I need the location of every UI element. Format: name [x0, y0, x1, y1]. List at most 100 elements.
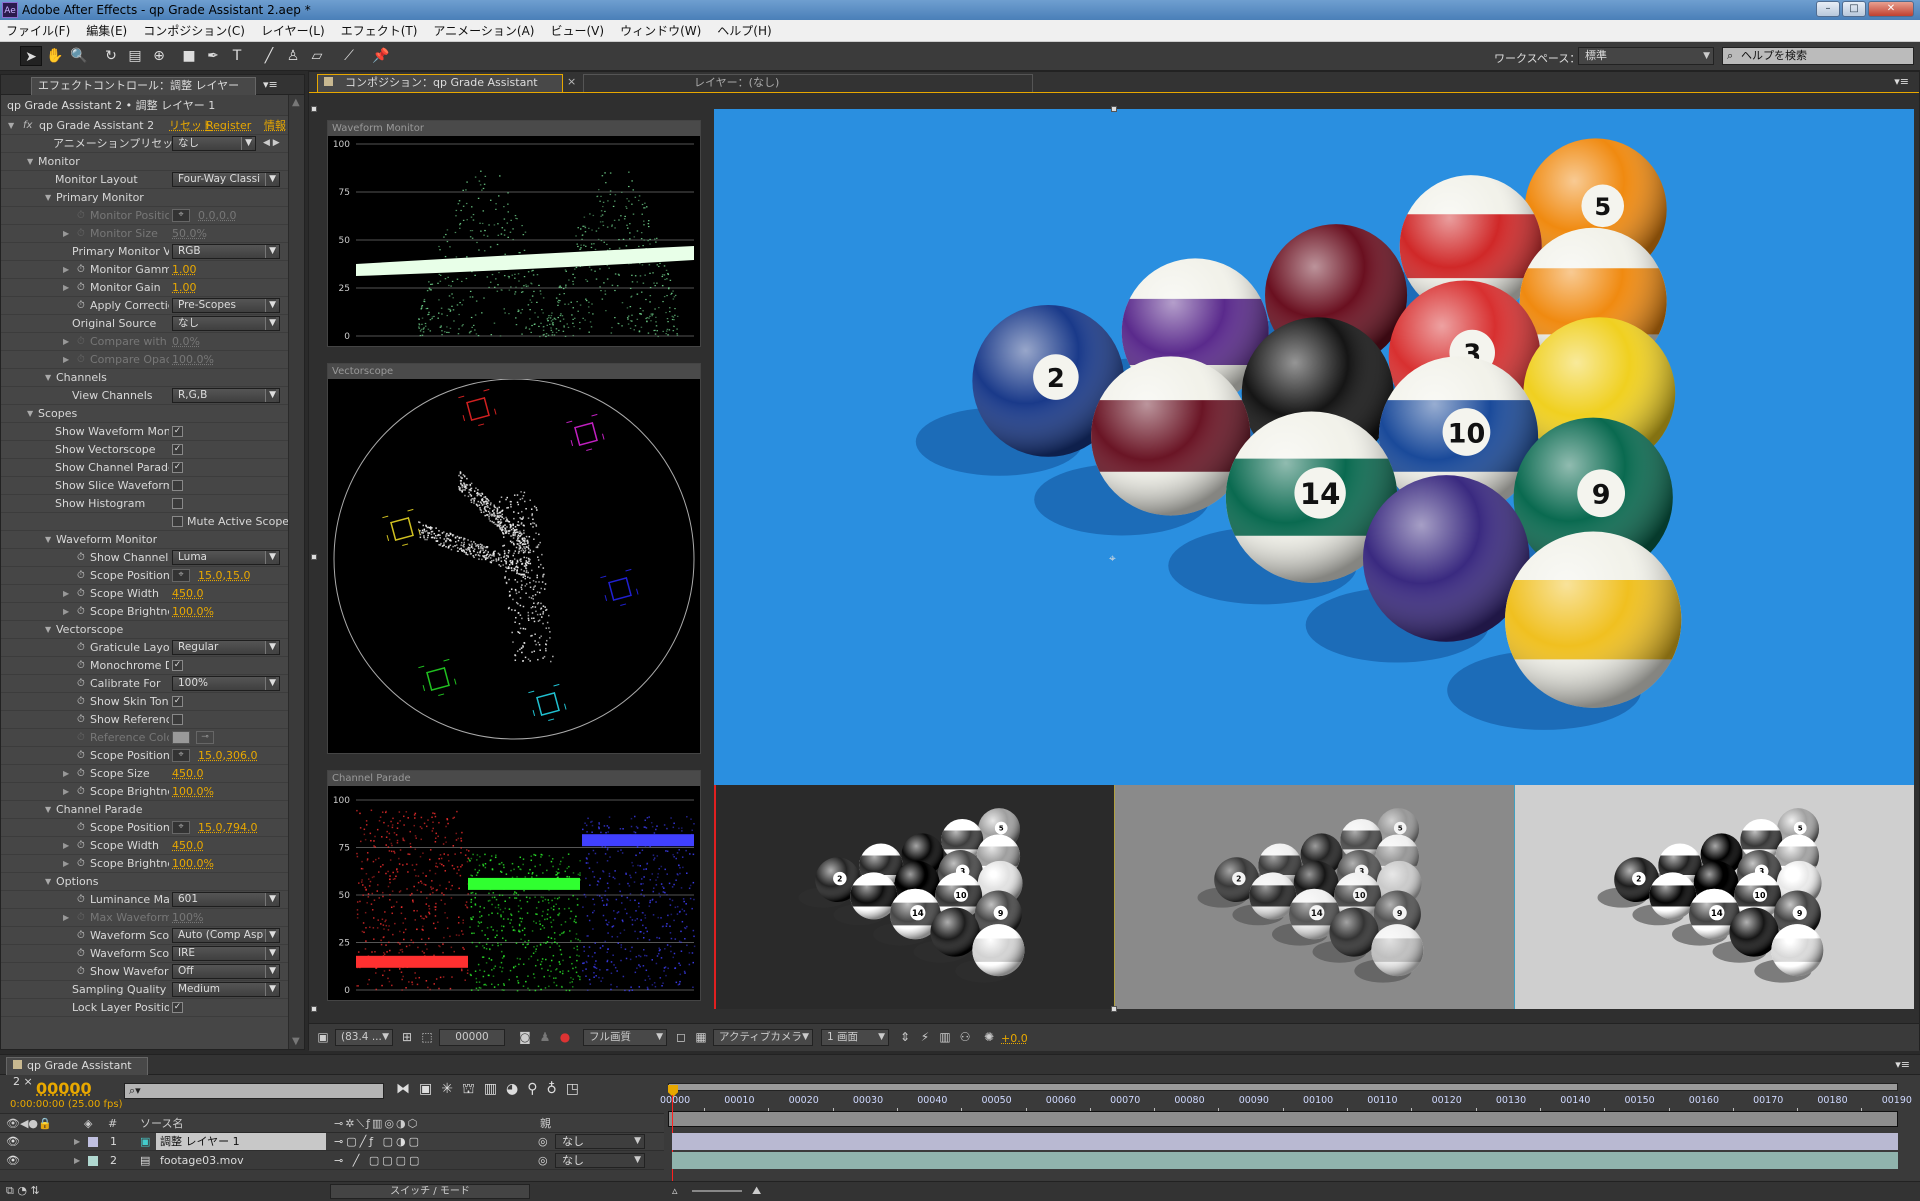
property-select[interactable]: Pre-Scopes ▼: [172, 298, 280, 313]
stopwatch-icon[interactable]: ⏱: [77, 909, 85, 926]
property-value[interactable]: 450.0: [172, 585, 204, 602]
resolution-select[interactable]: フル画質 ▼: [583, 1029, 667, 1046]
checkbox[interactable]: ✓: [172, 426, 183, 437]
pen-tool-icon[interactable]: ✒: [202, 46, 224, 66]
expand-triangle-icon[interactable]: ▶: [63, 783, 69, 800]
stopwatch-icon[interactable]: ⏱: [77, 765, 85, 782]
property-select[interactable]: Auto (Comp Asp ▼: [172, 928, 280, 943]
menu-item[interactable]: ビュー(V): [550, 22, 604, 39]
layer-switches[interactable]: ⊸▢╱ƒ ▢◑▢: [334, 1133, 422, 1150]
composition-viewer[interactable]: Waveform Monitor 100 75 50 25 0 Vectorscope …: [309, 93, 1919, 1023]
property-select[interactable]: Luma ▼: [172, 550, 280, 565]
views-select[interactable]: 1 画面 ▼: [821, 1029, 889, 1046]
parent-select[interactable]: なし ▼: [555, 1134, 645, 1149]
maximize-button[interactable]: □: [1842, 1, 1866, 17]
visibility-eye-icon[interactable]: 👁: [6, 1152, 20, 1169]
expand-triangle-icon[interactable]: ▶: [63, 225, 69, 242]
menu-item[interactable]: ウィンドウ(W): [620, 22, 701, 39]
visibility-eye-icon[interactable]: 👁: [6, 1133, 20, 1150]
checkbox[interactable]: [172, 480, 183, 491]
stopwatch-icon[interactable]: ⏱: [77, 603, 85, 620]
preset-nav-icons[interactable]: ◀ ▶: [263, 135, 280, 152]
stopwatch-icon[interactable]: ⏱: [77, 657, 85, 674]
pickwhip-icon[interactable]: ◎: [538, 1152, 548, 1169]
stopwatch-icon[interactable]: ⏱: [77, 945, 85, 962]
eyedropper-icon[interactable]: ⊸: [196, 731, 214, 744]
frame-handle[interactable]: [1111, 106, 1117, 112]
exposure-reset-icon[interactable]: ✺: [981, 1029, 997, 1046]
show-snapshot-icon[interactable]: ♟: [537, 1029, 553, 1046]
frame-handle[interactable]: [311, 106, 317, 112]
stopwatch-icon[interactable]: ⏱: [77, 261, 85, 278]
channel-icon[interactable]: ●: [557, 1029, 573, 1046]
toggle-panes-icon[interactable]: ⧉ ◔ ⇅: [6, 1184, 40, 1198]
collapse-triangle-icon[interactable]: ▼: [45, 621, 51, 638]
label-color[interactable]: [88, 1137, 98, 1147]
property-select[interactable]: IRE ▼: [172, 946, 280, 961]
mask-visibility-icon[interactable]: ⬚: [419, 1029, 435, 1046]
close-tab-icon[interactable]: ×: [567, 75, 576, 88]
anchor-point-icon[interactable]: ⌖: [1109, 551, 1116, 566]
workspace-select[interactable]: 標準 ▼: [1578, 47, 1714, 65]
stopwatch-icon[interactable]: ⏱: [77, 927, 85, 944]
zoom-select[interactable]: (83.4 ... ▼: [335, 1029, 393, 1046]
expand-triangle-icon[interactable]: ▶: [63, 261, 69, 278]
current-time-field[interactable]: 00000: [439, 1029, 505, 1046]
expand-triangle-icon[interactable]: ▶: [63, 765, 69, 782]
checkbox[interactable]: ✓: [172, 462, 183, 473]
stopwatch-icon[interactable]: ⏱: [77, 567, 85, 584]
time-ruler-area[interactable]: 00000 00010 00020 00030 00040 00050 00060 00070…: [660, 1075, 1912, 1187]
group-label[interactable]: Channels: [56, 369, 107, 386]
checkbox[interactable]: ✓: [172, 1002, 183, 1013]
menu-item[interactable]: エフェクト(T): [341, 22, 418, 39]
expand-triangle-icon[interactable]: ▶: [74, 1133, 80, 1150]
stopwatch-icon[interactable]: ⏱: [77, 675, 85, 692]
collapse-triangle-icon[interactable]: ▼: [45, 531, 51, 548]
property-value[interactable]: 0.0%: [172, 333, 200, 350]
fast-preview-icon[interactable]: ⚡: [917, 1029, 933, 1046]
collapse-triangle-icon[interactable]: ▼: [45, 873, 51, 890]
pickwhip-icon[interactable]: ◎: [538, 1133, 548, 1150]
layer-row[interactable]: 👁 ▶ 2 ▤ footage03.mov ⊸ ╱ ▢▢▢▢ ◎ なし ▼: [0, 1152, 664, 1170]
crosshair-icon[interactable]: ⌖: [172, 209, 190, 222]
stopwatch-icon[interactable]: ⏱: [77, 783, 85, 800]
layer-name[interactable]: footage03.mov: [156, 1152, 326, 1169]
text-tool-icon[interactable]: T: [226, 46, 248, 66]
brush-tool-icon[interactable]: ╱: [258, 46, 280, 66]
checkbox[interactable]: ✓: [172, 444, 183, 455]
layer-search-input[interactable]: ⌕▾: [124, 1083, 384, 1099]
crosshair-icon[interactable]: ⌖: [172, 749, 190, 762]
stopwatch-icon[interactable]: ⏱: [77, 585, 85, 602]
checkbox[interactable]: ✓: [172, 696, 183, 707]
group-label[interactable]: Options: [56, 873, 98, 890]
property-select[interactable]: Four-Way Classi ▼: [172, 172, 280, 187]
frame-handle[interactable]: [311, 1006, 317, 1012]
group-label[interactable]: Primary Monitor: [56, 189, 144, 206]
expand-triangle-icon[interactable]: ▶: [63, 837, 69, 854]
property-select[interactable]: RGB ▼: [172, 244, 280, 259]
info-link[interactable]: 情報: [264, 117, 286, 134]
stopwatch-icon[interactable]: ⏱: [77, 351, 85, 368]
eraser-tool-icon[interactable]: ▱: [306, 46, 328, 66]
property-value[interactable]: 100.0%: [172, 603, 214, 620]
tab-layer[interactable]: レイヤー：(なし): [583, 74, 1033, 92]
stopwatch-icon[interactable]: ⏱: [77, 711, 85, 728]
layer-switches[interactable]: ⊸ ╱ ▢▢▢▢: [334, 1152, 422, 1169]
stopwatch-icon[interactable]: ⏱: [77, 207, 85, 224]
stopwatch-icon[interactable]: ⏱: [77, 549, 85, 566]
flowchart-icon[interactable]: ⚇: [957, 1029, 973, 1046]
property-value[interactable]: 50.0%: [172, 225, 207, 242]
property-value[interactable]: 100.0%: [172, 783, 214, 800]
property-value[interactable]: 1.00: [172, 279, 197, 296]
collapse-triangle-icon[interactable]: ▼: [45, 189, 51, 206]
expand-triangle-icon[interactable]: ▶: [63, 855, 69, 872]
preset-select[interactable]: なし ▼: [172, 136, 256, 151]
property-value[interactable]: 15.0,306.0: [198, 747, 257, 764]
property-select[interactable]: R,G,B ▼: [172, 388, 280, 403]
close-button[interactable]: ✕: [1868, 1, 1914, 17]
property-select[interactable]: Regular ▼: [172, 640, 280, 655]
close-tab-icon[interactable]: ×: [24, 1075, 33, 1088]
timeline-icon[interactable]: ▥: [937, 1029, 953, 1046]
grid-guides-icon[interactable]: ⊞: [399, 1029, 415, 1046]
switch-mode-toggle[interactable]: スイッチ / モード: [330, 1184, 530, 1199]
